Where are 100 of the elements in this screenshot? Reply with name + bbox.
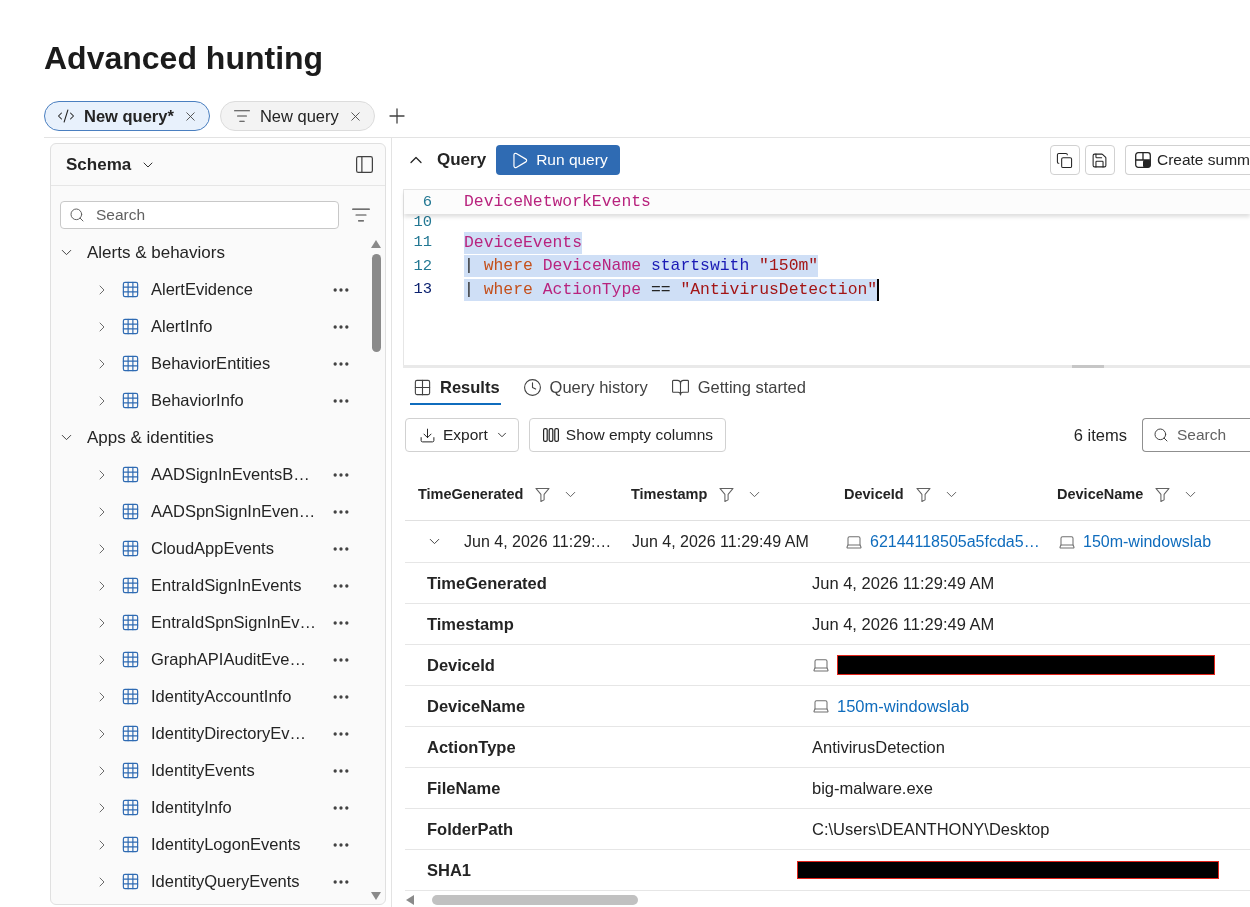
funnel-icon[interactable] (535, 486, 551, 502)
table-icon (121, 465, 140, 484)
field-label: ActionType (426, 737, 517, 757)
field-label: DeviceName (426, 696, 527, 716)
table-name[interactable]: BehaviorEntities (151, 354, 320, 373)
table-name[interactable]: AlertInfo (151, 317, 320, 336)
column-title[interactable]: TimeGenerated (418, 486, 524, 502)
table-name[interactable]: GraphAPIAuditEve… (151, 650, 320, 669)
line-number: 13 (412, 281, 432, 299)
field-label: TimeGenerated (426, 573, 548, 593)
table-icon (121, 391, 140, 410)
column-title[interactable]: DeviceId (844, 486, 904, 502)
column-title[interactable]: Timestamp (631, 486, 708, 502)
table-icon (121, 613, 140, 632)
results-tab[interactable]: Results (410, 372, 501, 405)
line-number: 11 (412, 234, 432, 252)
scrollbar-thumb[interactable] (371, 254, 381, 352)
copy-icon (1056, 151, 1074, 169)
save-icon (1091, 151, 1109, 169)
play-icon (510, 150, 530, 170)
query-tab[interactable]: New query* (44, 101, 210, 131)
field-value: big-malware.exe (812, 778, 934, 798)
table-icon (121, 687, 140, 706)
table-cell: Jun 4, 2026 11:29:… (464, 532, 612, 551)
line-number: 12 (412, 257, 432, 275)
layout-icon (1134, 152, 1151, 168)
table-name[interactable]: AADSignInEventsB… (151, 465, 320, 484)
code-editor[interactable]: 6 DeviceNetworkEvents 10 11 DeviceEvents 12 | where DeviceName startswith "150m" 13 | where ActionType == "AntivirusDetection" (403, 189, 1250, 365)
text-cursor (877, 278, 880, 301)
columns-icon (542, 428, 559, 442)
show-empty-columns-button[interactable]: Show empty columns (528, 418, 727, 452)
column-title[interactable]: DeviceName (1057, 486, 1144, 502)
table-name[interactable]: BehaviorInfo (151, 391, 320, 410)
table-icon (121, 761, 140, 780)
download-icon (419, 426, 436, 444)
laptop-icon (812, 697, 830, 715)
device-link[interactable]: 62144118505a5fcda5… (870, 532, 1040, 551)
code-line: DeviceNetworkEvents (464, 191, 651, 213)
table-cell: Jun 4, 2026 11:29:49 AM (632, 532, 809, 551)
clock-icon (522, 378, 542, 397)
search-field[interactable]: Search (60, 201, 339, 229)
field-value: AntivirusDetection (812, 737, 945, 757)
table-icon (121, 280, 140, 299)
table-icon (121, 724, 140, 743)
field-value: Jun 4, 2026 11:29:49 AM (812, 614, 995, 634)
results-tab[interactable]: Query history (519, 372, 649, 405)
category-label[interactable]: Alerts & behaviors (87, 242, 225, 263)
table-icon (121, 872, 140, 891)
table-icon (121, 354, 140, 373)
query-tab[interactable]: New query (219, 101, 375, 131)
schema-dropdown[interactable]: Schema (66, 154, 157, 175)
left-arrow-icon[interactable] (406, 895, 414, 905)
search-icon (1153, 427, 1169, 443)
table-icon (121, 539, 140, 558)
results-tab[interactable]: Getting started (667, 372, 807, 405)
field-label: Timestamp (426, 614, 515, 634)
device-link[interactable]: 150m-windowslab (1083, 532, 1212, 551)
table-icon (121, 317, 140, 336)
funnel-icon[interactable] (915, 486, 931, 502)
book-icon (670, 378, 690, 397)
table-name[interactable]: IdentityLogonEvents (151, 835, 320, 854)
search-field[interactable]: Search (1142, 418, 1250, 452)
resize-handle[interactable] (1072, 365, 1104, 368)
table-name[interactable]: AADSpnSignInEven… (151, 502, 320, 521)
field-label: SHA1 (426, 860, 472, 880)
table-name[interactable]: IdentityDirectoryEv… (151, 724, 320, 743)
category-label[interactable]: Apps & identities (87, 427, 214, 448)
funnel-icon[interactable] (719, 486, 735, 502)
create-button[interactable]: Create summ (1124, 145, 1250, 175)
table-name[interactable]: CloudAppEvents (151, 539, 320, 558)
table-icon (121, 835, 140, 854)
funnel-icon[interactable] (1155, 486, 1171, 502)
laptop-icon (812, 656, 830, 674)
table-icon (121, 650, 140, 669)
table-name[interactable]: EntraIdSpnSignInEv… (151, 613, 320, 632)
search-icon (69, 207, 85, 223)
up-arrow-icon[interactable] (371, 240, 381, 248)
field-value: C:\Users\DEANTHONY\Desktop (812, 819, 1050, 839)
table-name[interactable]: IdentityQueryEvents (151, 872, 320, 891)
copy-button[interactable] (1049, 145, 1080, 175)
section-title: Query (437, 150, 487, 170)
table-name[interactable]: IdentityInfo (151, 798, 320, 817)
down-arrow-icon[interactable] (371, 892, 381, 900)
grid-icon (413, 378, 432, 397)
run-query-button[interactable]: Run query (496, 145, 620, 175)
scrollbar-thumb[interactable] (432, 895, 638, 905)
panel-icon[interactable] (354, 154, 375, 175)
table-name[interactable]: IdentityAccountInfo (151, 687, 320, 706)
save-button[interactable] (1084, 145, 1115, 175)
field-label: FileName (426, 778, 502, 798)
export-button[interactable]: Export (405, 418, 519, 452)
filter-icon (232, 107, 251, 125)
field-label: DeviceId (426, 655, 496, 675)
page-title: Advanced hunting (44, 39, 325, 78)
table-name[interactable]: IdentityEvents (151, 761, 320, 780)
table-icon (121, 576, 140, 595)
table-name[interactable]: EntraIdSignInEvents (151, 576, 320, 595)
device-link[interactable]: 150m-windowslab (837, 696, 970, 716)
table-icon (121, 798, 140, 817)
table-name[interactable]: AlertEvidence (151, 280, 320, 299)
